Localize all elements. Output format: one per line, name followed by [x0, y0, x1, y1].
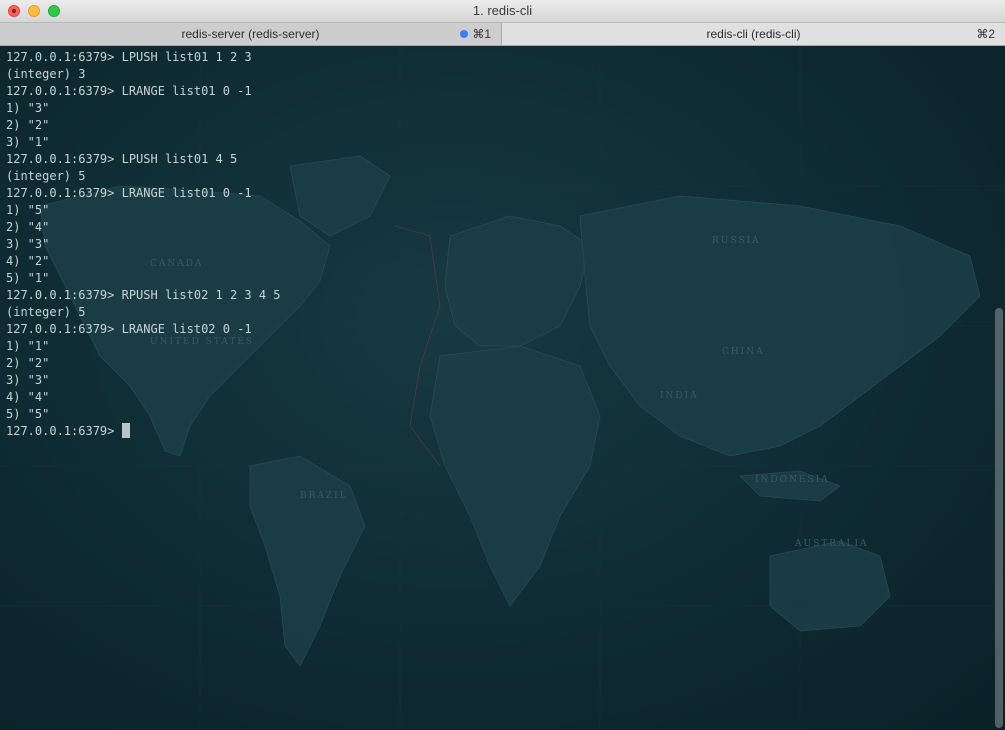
- greenland-shape: [289, 155, 391, 237]
- africa-shape: [429, 345, 601, 607]
- terminal-line: 1) "5": [6, 203, 50, 217]
- terminal-line: (integer) 3: [6, 67, 86, 81]
- title-bar[interactable]: 1. redis-cli: [0, 0, 1005, 23]
- vertical-scrollbar[interactable]: [995, 308, 1003, 728]
- terminal-line: 1) "3": [6, 101, 50, 115]
- terminal-line: 3) "3": [6, 237, 50, 251]
- tab-bar: redis-server (redis-server) ⌘1 redis-cli…: [0, 23, 1005, 46]
- tab-redis-server[interactable]: redis-server (redis-server) ⌘1: [0, 23, 502, 45]
- terminal-line: 127.0.0.1:6379> RPUSH list02 1 2 3 4 5: [6, 288, 281, 302]
- terminal-line: 2) "4": [6, 220, 50, 234]
- terminal-line: (integer) 5: [6, 305, 86, 319]
- tab-shortcut: ⌘1: [472, 27, 491, 41]
- terminal-line: 127.0.0.1:6379> LRANGE list01 0 -1: [6, 84, 252, 98]
- terminal-line: 5) "5": [6, 407, 50, 421]
- tab-label: redis-server (redis-server): [181, 27, 320, 41]
- terminal-line: 2) "2": [6, 356, 50, 370]
- terminal-line: (integer) 5: [6, 169, 86, 183]
- terminal-line: 127.0.0.1:6379> LPUSH list01 1 2 3: [6, 50, 252, 64]
- terminal-line: 3) "3": [6, 373, 50, 387]
- prompt-text: 127.0.0.1:6379>: [6, 424, 122, 438]
- map-label: AUSTRALIA: [794, 539, 869, 549]
- terminal-line: 127.0.0.1:6379> LRANGE list01 0 -1: [6, 186, 252, 200]
- text-cursor: [121, 423, 130, 438]
- terminal-line: 1) "1": [6, 339, 50, 353]
- map-label: CHINA: [722, 347, 765, 357]
- terminal-output-lines: 127.0.0.1:6379> LPUSH list01 1 2 3 (inte…: [6, 49, 281, 423]
- command-prompt[interactable]: 127.0.0.1:6379>: [6, 423, 130, 440]
- terminal-line: 4) "4": [6, 390, 50, 404]
- terminal-line: 3) "1": [6, 135, 50, 149]
- tab-label: redis-cli (redis-cli): [706, 27, 801, 41]
- window-title: 1. redis-cli: [472, 3, 533, 18]
- terminal-line: 127.0.0.1:6379> LRANGE list02 0 -1: [6, 322, 252, 336]
- south-america-shape: [249, 455, 366, 667]
- map-label: INDONESIA: [755, 475, 830, 485]
- map-label: INDIA: [660, 391, 699, 401]
- terminal-line: 127.0.0.1:6379> LPUSH list01 4 5: [6, 152, 238, 166]
- tab-shortcut: ⌘2: [976, 27, 995, 41]
- map-label: RUSSIA: [712, 236, 761, 246]
- terminal-output-area[interactable]: CANADA UNITED STATES RUSSIA CHINA INDIA …: [0, 46, 1005, 730]
- europe-shape: [444, 215, 591, 347]
- terminal-window: 1. redis-cli redis-server (redis-server)…: [0, 0, 1005, 730]
- australia-shape: [769, 540, 891, 632]
- terminal-line: 4) "2": [6, 254, 50, 268]
- activity-dot-icon: [460, 30, 468, 38]
- tab-redis-cli[interactable]: redis-cli (redis-cli) ⌘2: [502, 23, 1005, 45]
- terminal-line: 5) "1": [6, 271, 50, 285]
- map-label: BRAZIL: [300, 491, 348, 501]
- terminal-line: 2) "2": [6, 118, 50, 132]
